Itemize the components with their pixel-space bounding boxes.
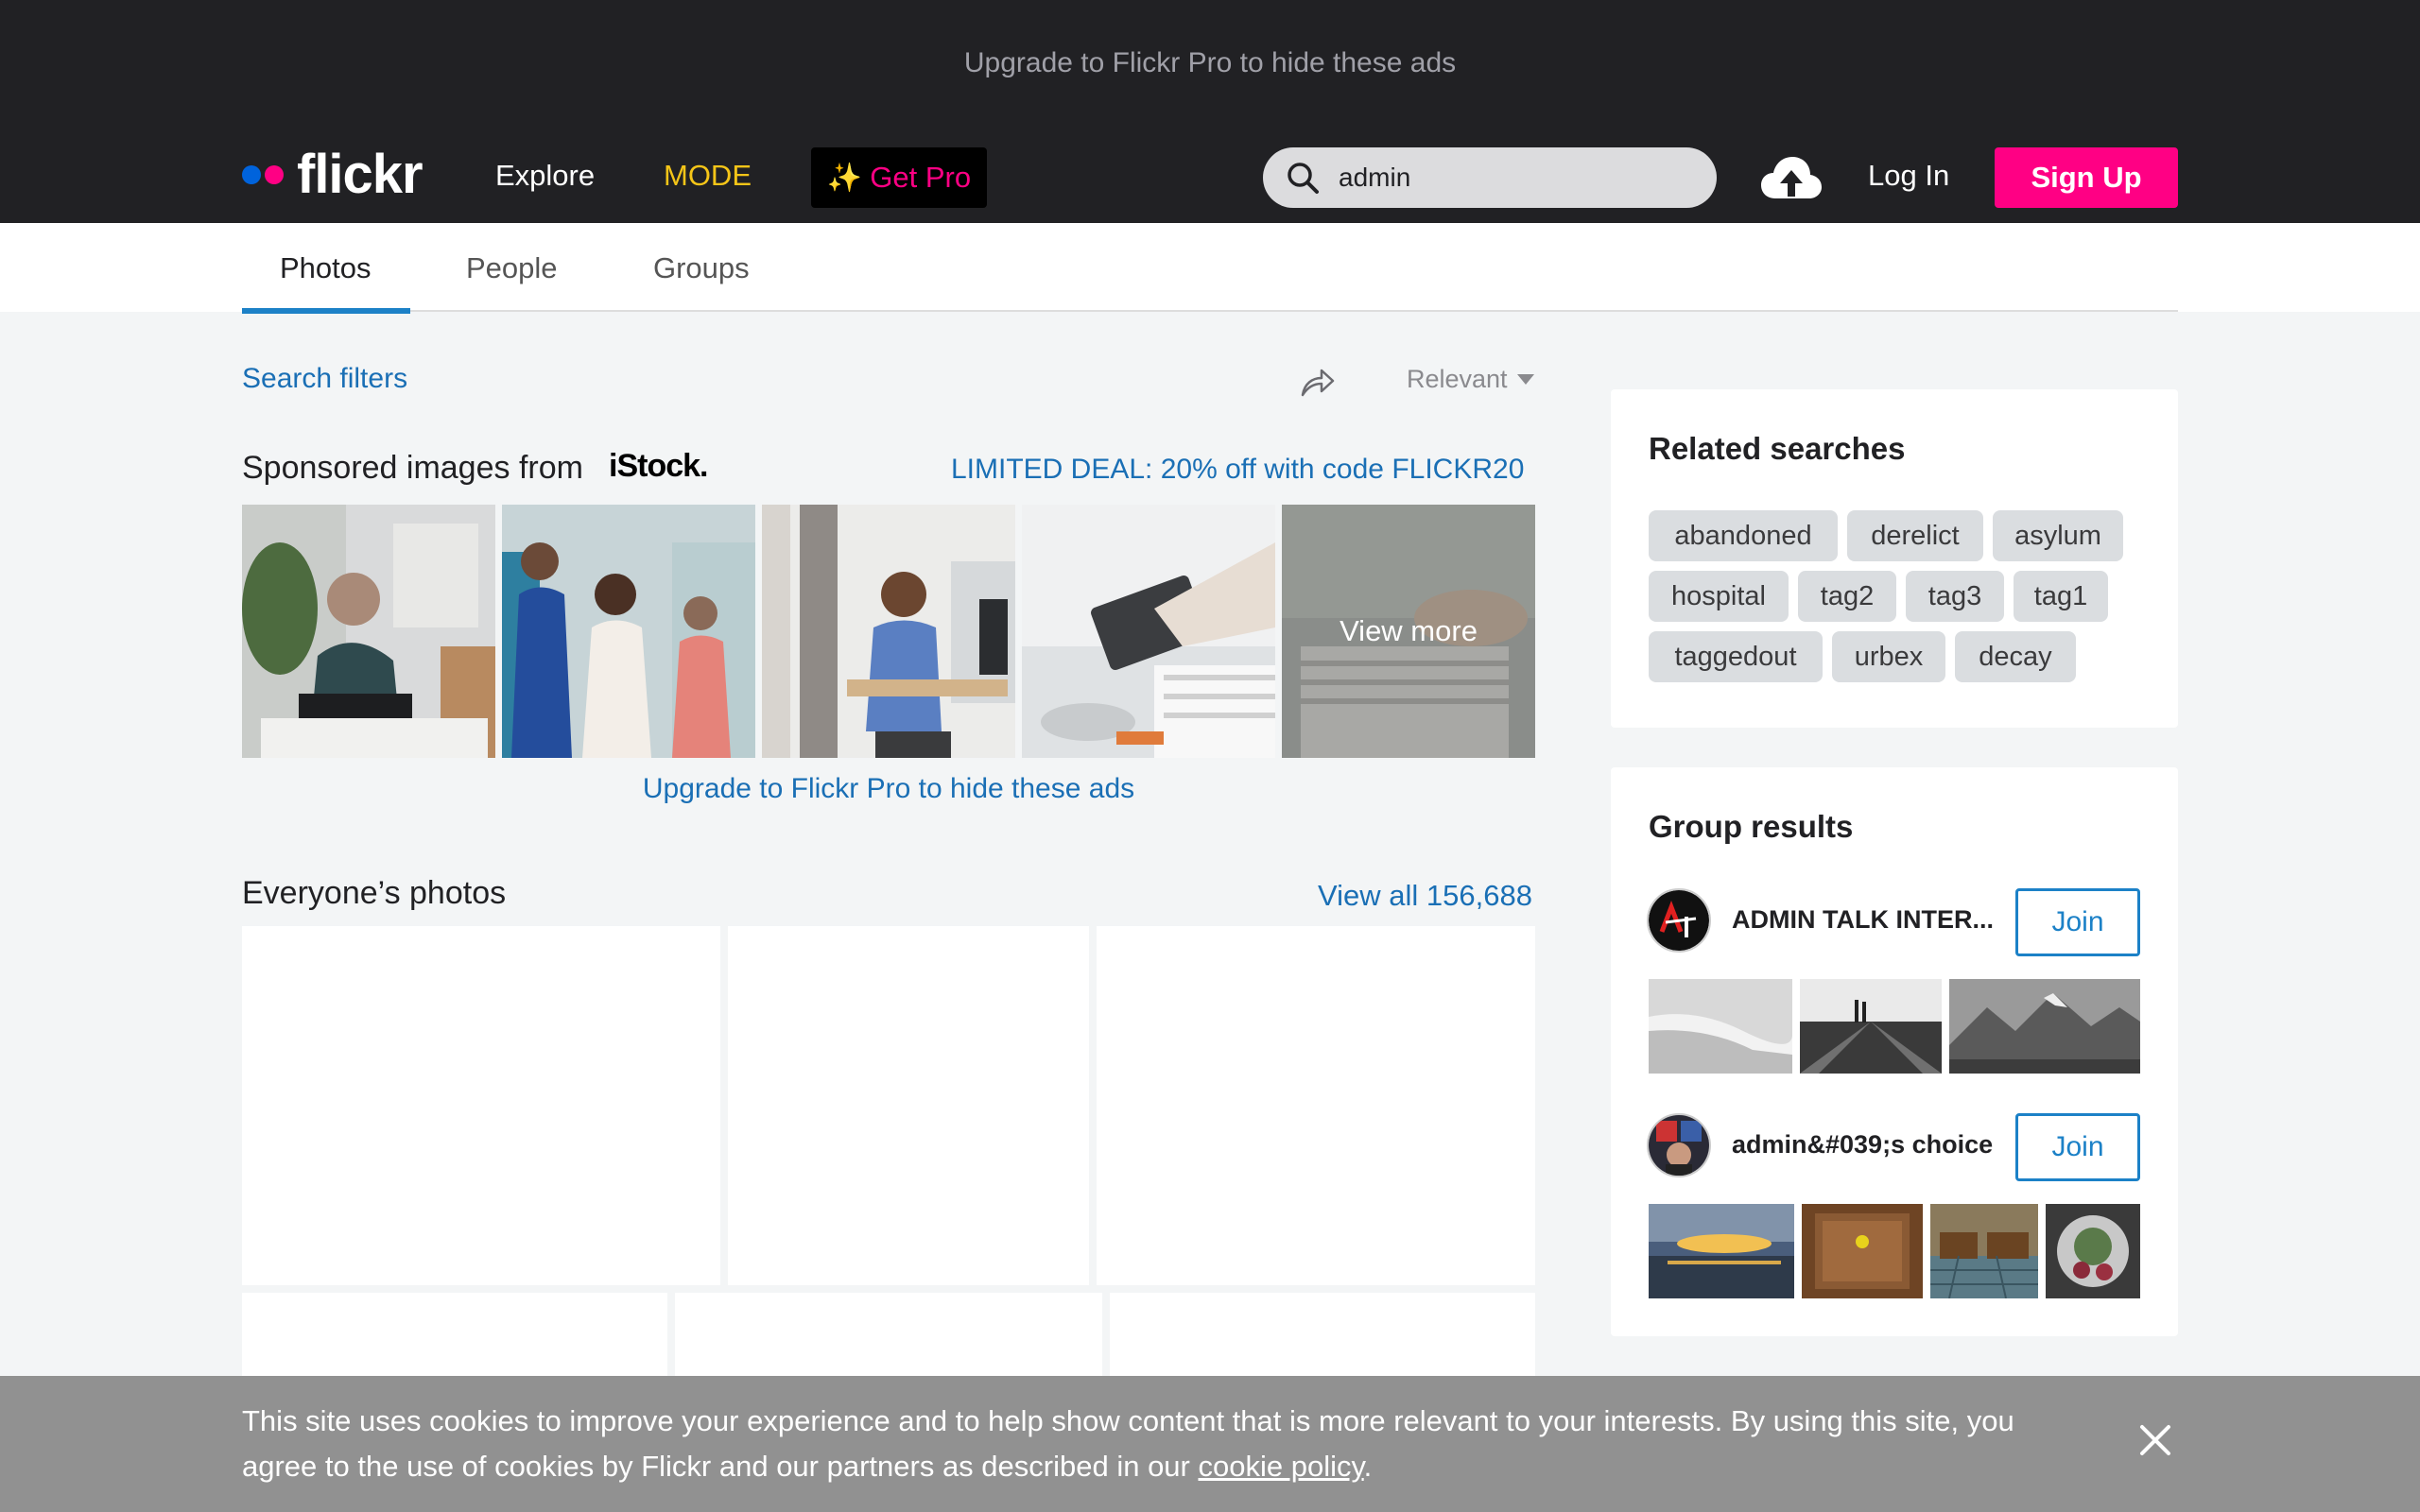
photo-tile[interactable] (675, 1293, 1102, 1387)
photo-tile[interactable] (242, 1293, 667, 1387)
sparkles-icon: ✨ (826, 162, 863, 194)
login-link[interactable]: Log In (1868, 159, 1949, 193)
tab-groups[interactable]: Groups (653, 251, 750, 285)
nav-explore-link[interactable]: Explore (495, 159, 595, 193)
tabs-divider (242, 310, 2178, 312)
group-name-link[interactable]: admin&#039;s choice (1732, 1130, 1993, 1160)
view-more-label: View more (1340, 614, 1478, 647)
logo-blue-dot-icon (242, 165, 261, 184)
related-tag[interactable]: urbex (1832, 631, 1945, 682)
related-tag[interactable]: tag1 (2014, 571, 2108, 622)
logo-pink-dot-icon (265, 165, 284, 184)
cookie-policy-link[interactable]: cookie policy (1198, 1450, 1363, 1483)
group-photo-thumbnail[interactable] (2046, 1204, 2140, 1298)
sponsored-image-2[interactable] (502, 505, 755, 758)
related-tag[interactable]: derelict (1847, 510, 1983, 561)
related-searches-title: Related searches (1649, 431, 1906, 466)
search-icon[interactable] (1286, 161, 1320, 195)
sort-dropdown-label: Relevant (1407, 365, 1508, 393)
flickr-logo[interactable]: flickr (242, 144, 424, 205)
related-tag[interactable]: abandoned (1649, 510, 1838, 561)
ad-banner-text[interactable]: Upgrade to Flickr Pro to hide these ads (0, 47, 2420, 79)
group-results-card: Group results ADMIN TALK INTER... Join a… (1611, 767, 2178, 1336)
get-pro-label: Get Pro (870, 161, 972, 194)
sort-dropdown[interactable]: Relevant (1407, 365, 1534, 394)
related-tag[interactable]: hospital (1649, 571, 1789, 622)
sponsored-image-3[interactable] (762, 505, 1015, 758)
related-tag[interactable]: asylum (1993, 510, 2123, 561)
related-tag[interactable]: tag2 (1798, 571, 1896, 622)
everyones-photos-title: Everyone’s photos (242, 875, 507, 911)
group-avatar[interactable] (1647, 1113, 1711, 1177)
cookie-text-body: This site uses cookies to improve your e… (242, 1404, 2014, 1483)
sponsored-title: Sponsored images from (242, 450, 583, 486)
photo-tile[interactable] (242, 926, 720, 1285)
group-name-link[interactable]: ADMIN TALK INTER... (1732, 905, 1994, 935)
group-photo-thumbnail[interactable] (1800, 979, 1942, 1074)
search-bar[interactable] (1263, 147, 1717, 208)
group-photo-thumbnail[interactable] (1930, 1204, 2038, 1298)
upload-cloud-icon[interactable] (1760, 155, 1823, 200)
get-pro-button[interactable]: ✨ Get Pro (811, 147, 987, 208)
cookie-text-end: . (1363, 1450, 1373, 1483)
search-input[interactable] (1339, 163, 1698, 193)
search-filters-link[interactable]: Search filters (242, 363, 407, 395)
cookie-notice-text: This site uses cookies to improve your e… (242, 1399, 2095, 1489)
istock-logo[interactable]: iStock. (609, 448, 708, 485)
nav-mode-link[interactable]: MODE (664, 159, 752, 193)
group-results-title: Group results (1649, 809, 1854, 844)
group-avatar[interactable] (1647, 888, 1711, 953)
tab-people[interactable]: People (466, 251, 558, 285)
related-searches-card: Related searches abandoned derelict asyl… (1611, 389, 2178, 728)
view-all-link[interactable]: View all 156,688 (1318, 879, 1532, 913)
sponsored-image-4[interactable] (1022, 505, 1275, 758)
cookie-banner: This site uses cookies to improve your e… (0, 1376, 2420, 1512)
caret-down-icon (1516, 374, 1534, 385)
top-header: Upgrade to Flickr Pro to hide these ads … (0, 0, 2420, 223)
group-photo-thumbnail[interactable] (1649, 979, 1792, 1074)
logo-wordmark: flickr (297, 144, 424, 205)
signup-button[interactable]: Sign Up (1995, 147, 2178, 208)
related-tag[interactable]: tag3 (1906, 571, 2004, 622)
active-tab-indicator (242, 308, 410, 314)
tab-photos[interactable]: Photos (280, 251, 372, 285)
upgrade-pro-link[interactable]: Upgrade to Flickr Pro to hide these ads (242, 773, 1535, 805)
photo-tile[interactable] (1097, 926, 1535, 1285)
join-group-button[interactable]: Join (2015, 888, 2140, 956)
share-icon[interactable] (1299, 363, 1335, 399)
related-tag[interactable]: decay (1955, 631, 2076, 682)
close-icon[interactable] (2136, 1421, 2174, 1459)
related-tag[interactable]: taggedout (1649, 631, 1823, 682)
limited-deal-link[interactable]: LIMITED DEAL: 20% off with code FLICKR20 (951, 454, 1524, 486)
photo-tile[interactable] (1110, 1293, 1535, 1387)
join-group-button[interactable]: Join (2015, 1113, 2140, 1181)
group-photo-thumbnail[interactable] (1649, 1204, 1794, 1298)
photo-tile[interactable] (728, 926, 1089, 1285)
group-photo-thumbnail[interactable] (1802, 1204, 1923, 1298)
sponsored-image-1[interactable] (242, 505, 495, 758)
group-photo-thumbnail[interactable] (1949, 979, 2140, 1074)
sponsored-view-more-tile[interactable]: View more (1282, 505, 1535, 758)
